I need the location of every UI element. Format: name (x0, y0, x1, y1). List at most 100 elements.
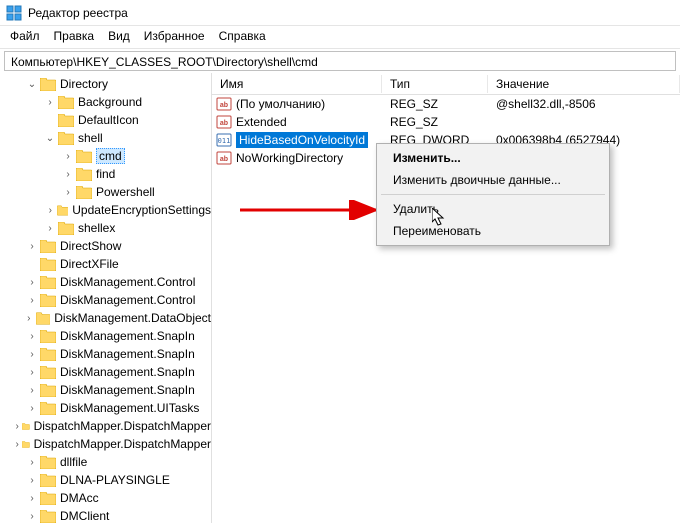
value-row[interactable]: abExtendedREG_SZ (212, 113, 680, 131)
expander-icon[interactable]: › (44, 223, 56, 234)
expander-icon[interactable]: › (26, 511, 38, 522)
tree-label: shellex (78, 221, 115, 235)
expander-icon[interactable]: › (14, 421, 20, 432)
cm-modify[interactable]: Изменить... (379, 147, 607, 169)
expander-icon[interactable]: › (14, 439, 20, 450)
col-header-value[interactable]: Значение (488, 75, 680, 93)
tree-label: Powershell (96, 185, 155, 199)
tree-item[interactable]: › DMClient (0, 507, 211, 523)
regedit-icon (6, 5, 22, 21)
tree-item[interactable]: › shellex (0, 219, 211, 237)
expander-icon[interactable]: › (26, 493, 38, 504)
tree-item[interactable]: › DiskManagement.SnapIn (0, 327, 211, 345)
value-name: NoWorkingDirectory (236, 151, 343, 165)
tree-item[interactable]: › DiskManagement.DataObject (0, 309, 211, 327)
tree-item[interactable]: › DiskManagement.Control (0, 291, 211, 309)
tree-item[interactable]: › Background (0, 93, 211, 111)
menu-edit[interactable]: Правка (54, 29, 95, 43)
cm-separator (381, 194, 605, 195)
expander-icon[interactable]: › (62, 187, 74, 198)
list-header: Имя Тип Значение (212, 73, 680, 95)
col-header-name[interactable]: Имя (212, 75, 382, 93)
menu-favorites[interactable]: Избранное (144, 29, 205, 43)
tree-label: DiskManagement.Control (60, 275, 195, 289)
tree-label: DiskManagement.DataObject (54, 311, 211, 325)
tree-item[interactable]: › DiskManagement.Control (0, 273, 211, 291)
tree-label: DiskManagement.SnapIn (60, 365, 195, 379)
tree-item[interactable]: ›DMAcc (0, 489, 211, 507)
svg-text:ab: ab (220, 102, 228, 109)
tree-label: shell (78, 131, 103, 145)
tree-item[interactable]: › dllfile (0, 453, 211, 471)
tree-label: DispatchMapper.DispatchMapper (34, 419, 211, 433)
expander-icon[interactable]: › (46, 205, 55, 216)
cm-modify-binary[interactable]: Изменить двоичные данные... (379, 169, 607, 191)
tree-label: DiskManagement.SnapIn (60, 347, 195, 361)
tree-label: dllfile (60, 455, 87, 469)
svg-text:ab: ab (220, 156, 228, 163)
tree-label: DirectXFile (60, 257, 119, 271)
expander-icon[interactable]: › (62, 169, 74, 180)
value-name: HideBasedOnVelocityId (236, 132, 368, 148)
value-name: Extended (236, 115, 287, 129)
titlebar: Редактор реестра (0, 0, 680, 26)
tree-item[interactable]: ⌄ Directory (0, 75, 211, 93)
menu-help[interactable]: Справка (219, 29, 266, 43)
tree-item[interactable]: › find (0, 165, 211, 183)
value-type: REG_SZ (382, 97, 488, 111)
tree-panel[interactable]: ⌄ Directory › Background DefaultIcon ⌄ shell › c… (0, 73, 212, 523)
expander-icon[interactable]: › (26, 277, 38, 288)
tree-item[interactable]: › DispatchMapper.DispatchMapper (0, 417, 211, 435)
expander-icon[interactable]: ⌄ (26, 79, 38, 90)
svg-text:ab: ab (220, 120, 228, 127)
tree-label: DLNA-PLAYSINGLE (60, 473, 170, 487)
tree-label: find (96, 167, 115, 181)
menu-file[interactable]: Файл (10, 29, 40, 43)
tree-label: Background (78, 95, 142, 109)
tree-item[interactable]: › DiskManagement.SnapIn (0, 345, 211, 363)
expander-icon[interactable]: › (26, 403, 38, 414)
svg-text:011: 011 (218, 137, 231, 145)
expander-icon[interactable]: › (62, 151, 74, 162)
tree-item[interactable]: › DiskManagement.UITasks (0, 399, 211, 417)
expander-icon[interactable]: › (26, 349, 38, 360)
tree-item[interactable]: › cmd (0, 147, 211, 165)
tree-item[interactable]: ›DispatchMapper.DispatchMapper (0, 435, 211, 453)
expander-icon[interactable]: › (26, 241, 38, 252)
tree-label: DiskManagement.UITasks (60, 401, 199, 415)
tree-label: DMClient (60, 509, 109, 523)
tree-label: DiskManagement.SnapIn (60, 383, 195, 397)
tree-item[interactable]: › DLNA-PLAYSINGLE (0, 471, 211, 489)
values-panel: Имя Тип Значение ab(По умолчанию)REG_SZ@… (212, 73, 680, 523)
tree-label: DiskManagement.SnapIn (60, 329, 195, 343)
tree-item[interactable]: › Powershell (0, 183, 211, 201)
tree-label: Directory (60, 77, 108, 91)
cm-delete[interactable]: Удалить (379, 198, 607, 220)
tree-label: DefaultIcon (78, 113, 139, 127)
expander-icon[interactable]: › (44, 97, 56, 108)
tree-item[interactable]: ⌄ shell (0, 129, 211, 147)
value-row[interactable]: ab(По умолчанию)REG_SZ@shell32.dll,-8506 (212, 95, 680, 113)
tree-item[interactable]: › DiskManagement.SnapIn (0, 381, 211, 399)
expander-icon[interactable]: › (26, 457, 38, 468)
expander-icon[interactable]: › (26, 367, 38, 378)
tree-item[interactable]: DefaultIcon (0, 111, 211, 129)
tree-label: DiskManagement.Control (60, 293, 195, 307)
annotation-arrow (238, 200, 388, 220)
expander-icon[interactable]: › (26, 475, 38, 486)
tree-item[interactable]: ›DirectShow (0, 237, 211, 255)
expander-icon[interactable]: › (26, 331, 38, 342)
tree-item[interactable]: ›UpdateEncryptionSettings (0, 201, 211, 219)
expander-icon[interactable]: › (26, 295, 38, 306)
cm-rename[interactable]: Переименовать (379, 220, 607, 242)
value-name: (По умолчанию) (236, 97, 325, 111)
tree-item[interactable]: › DiskManagement.SnapIn (0, 363, 211, 381)
expander-icon[interactable]: › (26, 385, 38, 396)
col-header-type[interactable]: Тип (382, 75, 488, 93)
tree-label: cmd (96, 148, 125, 164)
menu-view[interactable]: Вид (108, 29, 130, 43)
tree-item[interactable]: DirectXFile (0, 255, 211, 273)
expander-icon[interactable]: › (23, 313, 34, 324)
expander-icon[interactable]: ⌄ (44, 133, 56, 144)
address-bar[interactable]: Компьютер\HKEY_CLASSES_ROOT\Directory\sh… (4, 51, 676, 71)
